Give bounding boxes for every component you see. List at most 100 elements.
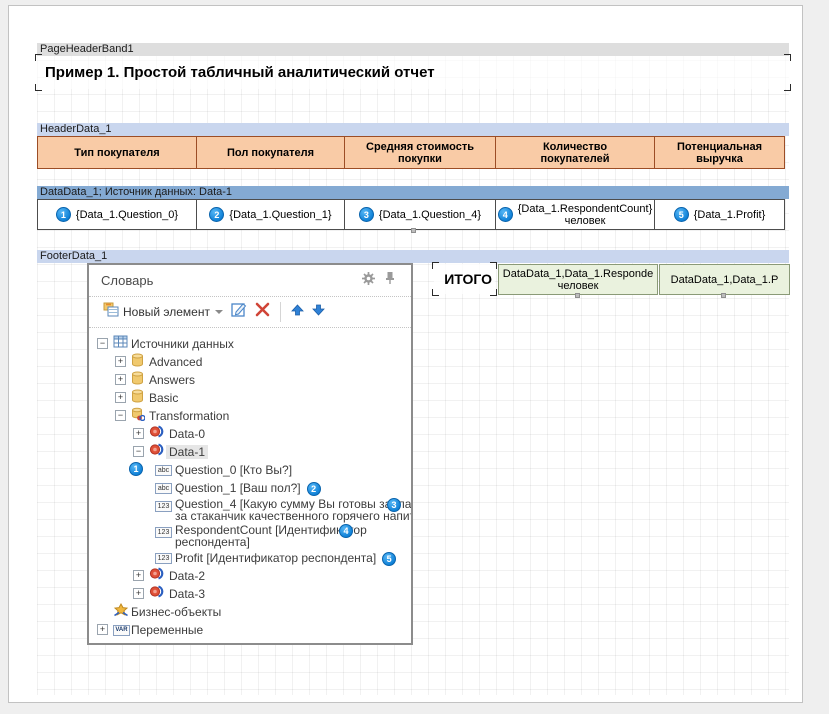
footer-sum-cell[interactable]: DataData_1,Data_1.Respondeчеловек [498, 264, 658, 295]
header-row-cell[interactable]: Пол покупателя [196, 136, 345, 169]
pin-icon [385, 271, 395, 290]
tree-item-переменные[interactable]: +VARПеременные [89, 621, 411, 639]
data-row-cell[interactable]: 2{Data_1.Question_1} [196, 199, 345, 230]
report-title-text: Пример 1. Простой табличный аналитически… [45, 64, 435, 81]
toolbar-separator [280, 302, 281, 322]
expander-plus-icon[interactable]: + [115, 374, 126, 385]
datasource-icon [149, 443, 165, 461]
resize-handle[interactable] [411, 228, 416, 233]
tree-item-respondentcount[interactable]: 123RespondentCount [Идентификаторреспонд… [89, 523, 411, 549]
band-datadata-bar[interactable]: DataData_1; Источник данных: Data-1 [37, 186, 789, 199]
header-row-cell[interactable]: Тип покупателя [37, 136, 197, 169]
123-icon: 123 [155, 527, 172, 538]
selection-corner-mark [784, 54, 791, 61]
expander-minus-icon[interactable]: − [115, 410, 126, 421]
tree-item-data-1[interactable]: − Data-1 [89, 443, 411, 461]
cell-text: Тип покупателя [74, 147, 159, 159]
gear-icon [361, 271, 376, 291]
delete-icon [255, 302, 270, 322]
expander-plus-icon[interactable]: + [133, 588, 144, 599]
tree-item-label: Data-1 [169, 443, 205, 461]
expander-minus-icon[interactable]: − [97, 338, 108, 349]
selection-corner-mark [35, 84, 42, 91]
selection-corner-mark [784, 84, 791, 91]
tree-item-profit[interactable]: 123Profit [Идентификатор респондента]5 [89, 549, 411, 567]
number-badge: 4 [498, 207, 513, 222]
tree-item-transformation[interactable]: −Transformation [89, 407, 411, 425]
move-down-button[interactable] [308, 300, 329, 324]
pin-icon[interactable] [379, 270, 401, 292]
new-item-button[interactable]: Новый элемент [99, 300, 227, 324]
database-icon [131, 371, 144, 390]
band-footerdata-bar[interactable]: FooterData_1 [37, 250, 789, 263]
tree-item-data-0[interactable]: +Data-0 [89, 425, 411, 443]
tree-item-question_4[interactable]: 123Question_4 [Какую сумму Вы готовы зап… [89, 497, 411, 523]
footer-sum-cell[interactable]: DataData_1,Data_1.P [659, 264, 790, 295]
report-title-textbox[interactable]: Пример 1. Простой табличный аналитически… [37, 56, 789, 89]
data-row-cell[interactable]: 4{Data_1.RespondentCount}человек [495, 199, 655, 230]
move-up-button[interactable] [287, 300, 308, 324]
database-icon [131, 353, 144, 372]
tree-item-data-2[interactable]: +Data-2 [89, 567, 411, 585]
data-row-cell[interactable]: 5{Data_1.Profit} [654, 199, 785, 230]
cell-text: {Data_1.Profit} [694, 209, 766, 221]
selection-corner-mark [432, 262, 439, 269]
tree-item-question_1[interactable]: abcQuestion_1 [Ваш пол?]2 [89, 479, 411, 497]
gear-icon[interactable] [357, 270, 379, 292]
number-badge: 3 [359, 207, 374, 222]
dictionary-panel-header: Словарь [89, 265, 411, 297]
chevron-down-icon [215, 310, 223, 314]
header-row: Тип покупателя Пол покупателя Средняя стои… [37, 136, 785, 169]
cell-text: Количествопокупателей [541, 141, 610, 165]
tree-item-basic[interactable]: + Basic [89, 389, 411, 407]
expander-plus-icon[interactable]: + [97, 624, 108, 635]
tree-item-label: Бизнес-объекты [131, 603, 221, 621]
tree-item-бизнес-объекты[interactable]: Бизнес-объекты [89, 603, 411, 621]
header-row-cell[interactable]: Количествопокупателей [495, 136, 655, 169]
number-badge: 2 [307, 482, 321, 496]
datasource-icon [149, 425, 165, 443]
datasource-icon [149, 585, 165, 603]
expander-minus-icon[interactable]: − [133, 446, 144, 457]
resize-handle[interactable] [721, 293, 726, 298]
tree-item-advanced[interactable]: +Advanced [89, 353, 411, 371]
tree-item-label: Источники данных [131, 335, 234, 353]
number-badge: 3 [387, 498, 401, 512]
panel-title: Словарь [101, 273, 357, 288]
data-row-cell[interactable]: 3{Data_1.Question_4} [344, 199, 496, 230]
expander-plus-icon[interactable]: + [133, 428, 144, 439]
edit-button[interactable] [227, 300, 251, 324]
table-icon [113, 335, 128, 353]
edit-icon [231, 302, 247, 322]
new-item-icon [103, 302, 120, 322]
band-headerdata-bar[interactable]: HeaderData_1 [37, 123, 789, 136]
selection-corner-mark [35, 54, 42, 61]
selection-corner-mark [490, 262, 497, 269]
tree-item-question_0[interactable]: abcQuestion_0 [Кто Вы?]1 [89, 461, 411, 479]
number-badge: 1 [56, 207, 71, 222]
tree-item-answers[interactable]: +Answers [89, 371, 411, 389]
cell-text: {Data_1.Question_0} [76, 209, 178, 221]
cell-text: DataData_1,Data_1.Respondeчеловек [503, 268, 653, 292]
header-row-cell[interactable]: Средняя стоимостьпокупки [344, 136, 496, 169]
expander-plus-icon[interactable]: + [133, 570, 144, 581]
designer-canvas: PageHeaderBand1 Пример 1. Простой таблич… [0, 0, 829, 714]
selection-corner-mark [432, 289, 439, 296]
header-row-cell[interactable]: Потенциальнаявыручка [654, 136, 785, 169]
cell-text: Пол покупателя [227, 147, 314, 159]
cell-text: Потенциальнаявыручка [677, 141, 762, 165]
123-icon: 123 [155, 501, 172, 512]
expander-plus-icon[interactable]: + [115, 356, 126, 367]
resize-handle[interactable] [575, 293, 580, 298]
data-row-cell[interactable]: 1 {Data_1.Question_0} [37, 199, 197, 230]
band-pageheader-bar[interactable]: PageHeaderBand1 [37, 43, 789, 56]
abc-icon: abc [155, 483, 172, 494]
dictionary-panel: Словарь Новый элемент −Источники данных+… [87, 263, 413, 645]
tree-item-label: Basic [149, 389, 178, 407]
tree-item-data-3[interactable]: +Data-3 [89, 585, 411, 603]
tree-item-источники[interactable]: − Источники данных [89, 335, 411, 353]
expander-plus-icon[interactable]: + [115, 392, 126, 403]
down-icon [312, 303, 325, 321]
footer-total-cell[interactable]: ИТОГО [434, 264, 495, 294]
delete-button[interactable] [251, 300, 274, 324]
